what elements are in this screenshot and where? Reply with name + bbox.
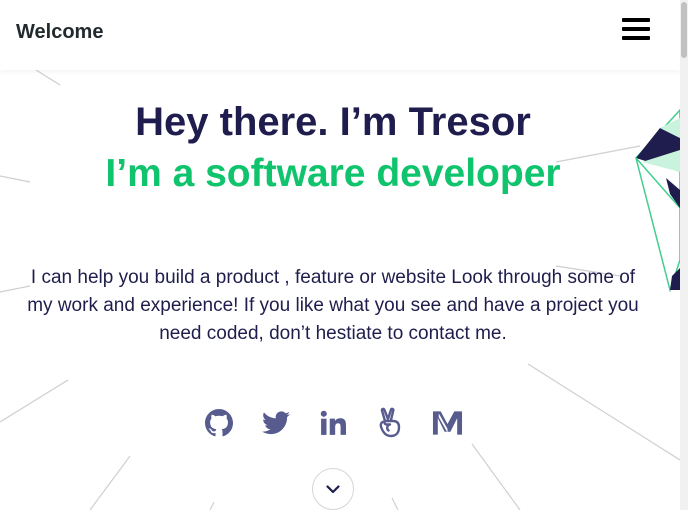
linkedin-icon[interactable] — [318, 406, 349, 440]
angellist-icon[interactable] — [375, 406, 406, 440]
scroll-down-button[interactable] — [312, 468, 354, 510]
github-icon[interactable] — [204, 406, 235, 440]
menu-bar — [622, 18, 650, 22]
menu-bar — [622, 36, 650, 40]
hero-title: Hey there. I’m Tresor — [135, 100, 531, 144]
menu-bar — [622, 27, 650, 31]
page: Welcome Hey there. I’m Tresor I’m a soft… — [0, 0, 688, 510]
medium-icon[interactable] — [432, 406, 463, 440]
hero-description: I can help you build a product , feature… — [27, 267, 639, 344]
chevron-down-icon — [326, 484, 340, 493]
scrollbar[interactable] — [680, 0, 688, 510]
brand-link[interactable]: Welcome — [16, 21, 103, 43]
navbar: Welcome — [0, 0, 680, 70]
scrollbar-thumb[interactable] — [681, 2, 687, 58]
hero-subtitle: I’m a software developer — [105, 152, 561, 195]
twitter-icon[interactable] — [261, 406, 292, 440]
social-links — [0, 406, 666, 440]
hamburger-menu-icon[interactable] — [618, 14, 654, 48]
